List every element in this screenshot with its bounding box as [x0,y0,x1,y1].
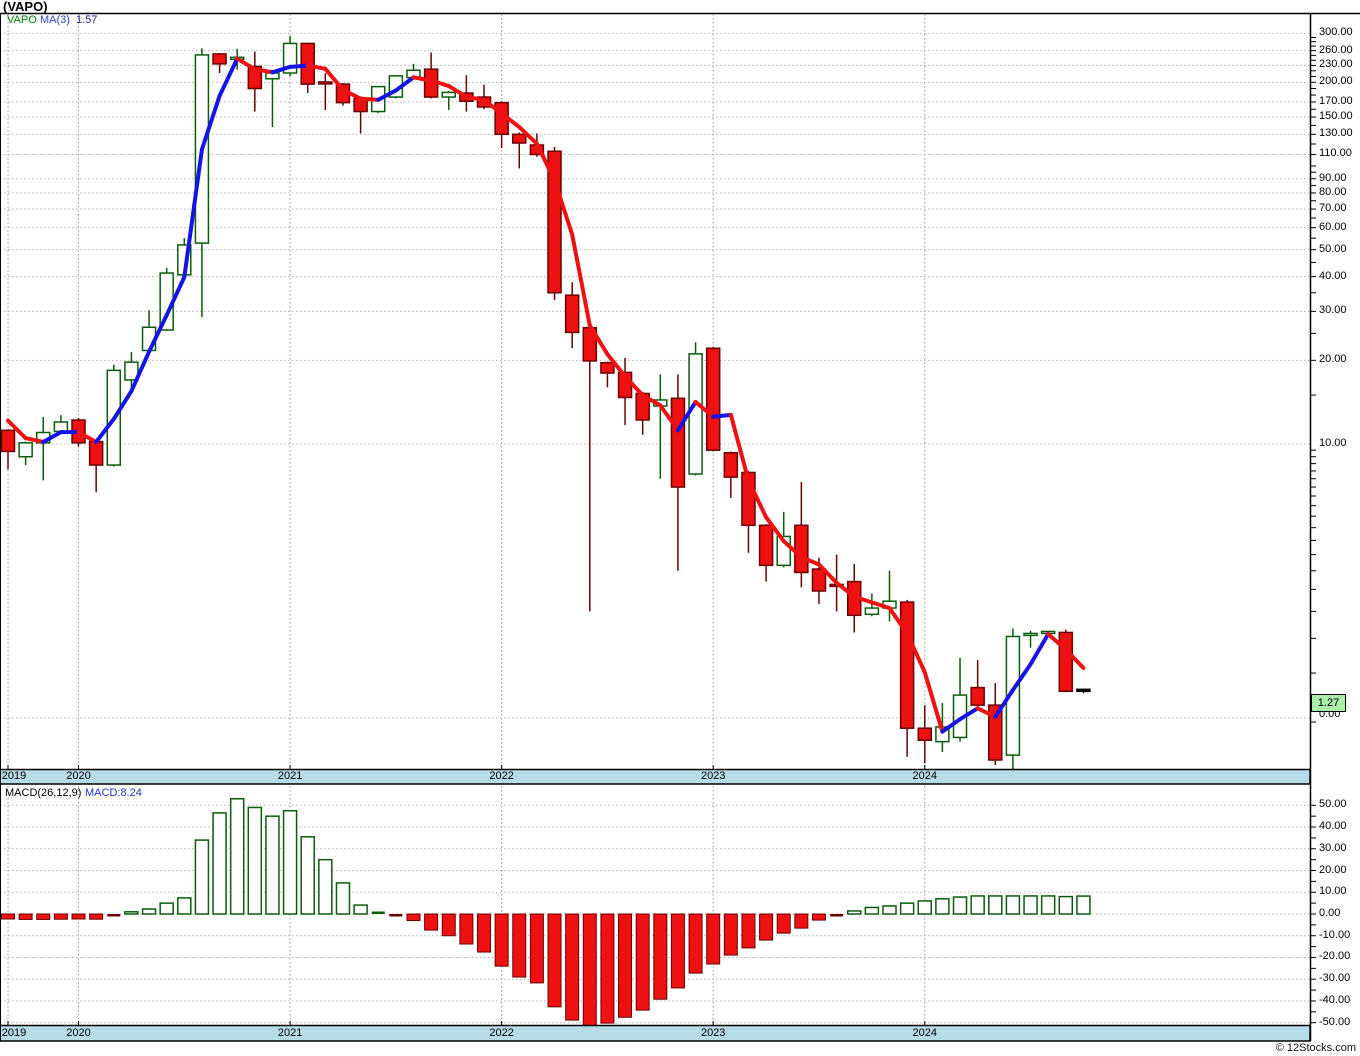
macd-axis-label: -40.00 [1319,993,1351,1006]
price-axis-label: 230.00 [1319,58,1353,71]
year-label: 2019 [1,1027,27,1039]
price-plot-area[interactable] [0,14,1310,769]
macd-legend-value: MACD:8.24 [85,787,142,799]
year-label: 2023 [700,1027,726,1039]
legend-ma-label: MA(3) [40,14,70,26]
macd-axis-label: 0.00 [1319,907,1341,919]
price-axis-label: 20.00 [1319,353,1347,366]
year-label: 2022 [489,1027,514,1039]
price-axis-label: 260.00 [1319,43,1353,56]
price-axis-label: 300.00 [1319,26,1353,39]
macd-axis-label: 30.00 [1319,841,1347,854]
macd-legend-label: MACD(26,12,9) [5,787,82,799]
legend-ma-value: 1.57 [76,14,98,26]
macd-axis-label: 20.00 [1319,863,1347,876]
price-axis-label: 10.00 [1319,437,1347,449]
last-price-badge: 1.27 [1311,694,1346,712]
price-axis-label: 70.00 [1319,202,1347,215]
price-axis-label: 200.00 [1319,75,1353,88]
year-label: 2024 [912,770,937,782]
year-label: 2020 [66,1027,91,1039]
year-label: 2024 [912,1027,937,1039]
macd-axis-label: -50.00 [1319,1015,1351,1028]
macd-axis-label: 10.00 [1319,885,1347,898]
price-axis-label: 170.00 [1319,94,1353,107]
price-axis-label: 60.00 [1319,220,1347,233]
legend-symbol: VAPO [7,14,37,26]
price-axis-label: 80.00 [1319,185,1347,198]
price-axis-label: 40.00 [1319,269,1347,282]
year-label: 2021 [277,770,303,782]
chart-title: (VAPO) [3,0,48,14]
price-axis-label: 110.00 [1319,147,1352,160]
macd-axis-label: 40.00 [1319,820,1347,833]
year-label: 2020 [66,770,91,782]
chart-canvas [0,12,1360,1042]
price-axis-label: 90.00 [1319,171,1347,184]
macd-axis-label: -30.00 [1319,972,1351,985]
price-axis-label: 30.00 [1319,304,1347,317]
price-axis-label: 50.00 [1319,242,1347,255]
year-label: 2023 [700,770,726,782]
year-label: 2019 [1,770,27,782]
macd-axis-label: -10.00 [1319,928,1351,941]
year-label: 2022 [489,770,514,782]
macd-axis-label: -20.00 [1319,950,1351,963]
stock-chart-page: 300.00 260.00 230.00 200.00 170.00 150.00 130.… [0,0,1360,1056]
price-axis-label: 150.00 [1319,110,1353,123]
year-label: 2021 [277,1027,303,1039]
price-axis-label: 130.00 [1319,127,1353,140]
macd-axis-label: 50.00 [1319,798,1347,811]
macd-plot-area[interactable] [0,786,1310,1025]
copyright-label: © 12Stocks.com [1275,1042,1356,1054]
